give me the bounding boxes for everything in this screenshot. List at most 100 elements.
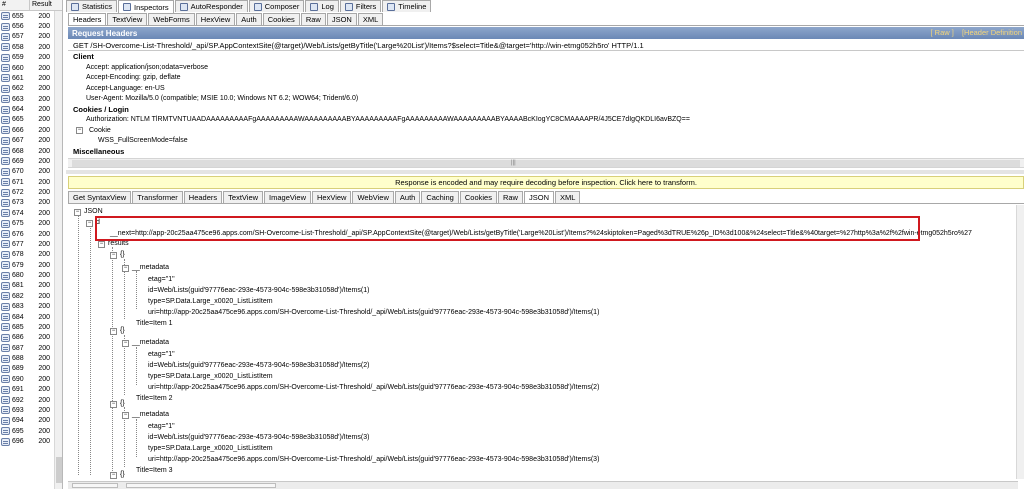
tab-req-webforms[interactable]: WebForms — [148, 13, 195, 25]
session-row[interactable]: 659 200 — [0, 53, 54, 63]
session-row[interactable]: 658 200 — [0, 42, 54, 52]
tree-leaf-title[interactable]: Title=Item 1 — [136, 319, 173, 329]
tab-resp-xml[interactable]: XML — [555, 191, 581, 203]
cookie-node[interactable]: − Cookie — [68, 126, 1024, 137]
tab-req-headers[interactable]: Headers — [68, 13, 107, 25]
session-row[interactable]: 689 200 — [0, 364, 54, 374]
session-row[interactable]: 686 200 — [0, 333, 54, 343]
session-row[interactable]: 693 200 — [0, 405, 54, 415]
collapse-icon[interactable]: − — [122, 339, 129, 347]
tab-resp-syntaxview[interactable]: Get SyntaxView — [68, 191, 132, 203]
tree-leaf-id[interactable]: id=Web/Lists(guid'97776eac-293e-4573-904… — [148, 433, 369, 443]
tree-node-metadata[interactable]: − __metadata — [122, 338, 169, 348]
tab-resp-hexview[interactable]: HexView — [312, 191, 352, 203]
tab-autoresponder[interactable]: AutoResponder — [174, 0, 248, 12]
column-header-result[interactable]: Result — [30, 0, 52, 10]
tab-req-raw[interactable]: Raw — [300, 13, 326, 25]
tab-req-hexview[interactable]: HexView — [195, 13, 236, 25]
session-row[interactable]: 683 200 — [0, 302, 54, 312]
tree-leaf-etag[interactable]: etag="1" — [148, 422, 175, 432]
session-row[interactable]: 678 200 — [0, 250, 54, 260]
tab-resp-headers[interactable]: Headers — [183, 191, 223, 203]
session-list[interactable]: # Result 655 200 656 200 657 200 658 200 659… — [0, 0, 63, 489]
session-row[interactable]: 679 200 — [0, 260, 54, 270]
session-row[interactable]: 656 200 — [0, 21, 54, 31]
collapse-icon[interactable]: − — [110, 471, 117, 479]
tree-leaf-type[interactable]: type=SP.Data.Large_x0020_ListListItem — [148, 444, 273, 454]
collapse-icon[interactable]: − — [122, 264, 129, 272]
json-tree-scrollbar[interactable] — [1016, 205, 1024, 479]
pane-splitter[interactable] — [66, 170, 1024, 174]
tab-resp-json[interactable]: JSON — [523, 191, 554, 203]
session-row[interactable]: 690 200 — [0, 374, 54, 384]
request-horizontal-scrollbar[interactable]: ||| — [68, 158, 1024, 168]
tab-inspectors[interactable]: Inspectors — [118, 0, 174, 13]
session-row[interactable]: 692 200 — [0, 395, 54, 405]
tree-node-object[interactable]: −{} — [110, 470, 125, 479]
collapse-icon[interactable]: − — [86, 219, 93, 227]
tab-composer[interactable]: Composer — [248, 0, 305, 12]
tree-leaf-etag[interactable]: etag="1" — [148, 275, 175, 285]
session-row[interactable]: 668 200 — [0, 146, 54, 156]
tab-resp-caching[interactable]: Caching — [421, 191, 459, 203]
raw-link[interactable]: [ Raw ] — [931, 28, 954, 37]
session-row[interactable]: 682 200 — [0, 291, 54, 301]
session-row[interactable]: 673 200 — [0, 198, 54, 208]
tree-node-metadata[interactable]: − __metadata — [122, 410, 169, 420]
tree-leaf-uri[interactable]: uri=http://app-20c25aa475ce96.apps.com/S… — [148, 455, 599, 465]
tab-log[interactable]: Log — [305, 0, 339, 12]
session-row[interactable]: 674 200 — [0, 208, 54, 218]
session-row[interactable]: 685 200 — [0, 322, 54, 332]
session-row[interactable]: 663 200 — [0, 94, 54, 104]
session-row[interactable]: 671 200 — [0, 177, 54, 187]
tree-leaf-id[interactable]: id=Web/Lists(guid'97776eac-293e-4573-904… — [148, 286, 369, 296]
session-row[interactable]: 688 200 — [0, 353, 54, 363]
session-row[interactable]: 666 200 — [0, 125, 54, 135]
tree-node-object[interactable]: −{} — [110, 326, 125, 336]
column-header-number[interactable]: # — [0, 0, 30, 10]
tab-req-cookies[interactable]: Cookies — [262, 13, 300, 25]
session-row[interactable]: 665 200 — [0, 115, 54, 125]
collapse-icon[interactable]: − — [74, 208, 81, 216]
session-row[interactable]: 695 200 — [0, 426, 54, 436]
tree-leaf-id[interactable]: id=Web/Lists(guid'97776eac-293e-4573-904… — [148, 361, 369, 371]
session-row[interactable]: 691 200 — [0, 385, 54, 395]
tree-leaf-uri[interactable]: uri=http://app-20c25aa475ce96.apps.com/S… — [148, 308, 599, 318]
tab-req-json[interactable]: JSON — [326, 13, 357, 25]
json-tree[interactable]: − JSON − d __next=http://app-20c25aa475ce9… — [68, 205, 1016, 479]
tab-resp-imageview[interactable]: ImageView — [264, 191, 312, 203]
tab-resp-auth[interactable]: Auth — [394, 191, 421, 203]
tab-resp-webview[interactable]: WebView — [352, 191, 394, 203]
session-row[interactable]: 675 200 — [0, 219, 54, 229]
collapse-icon[interactable]: − — [110, 327, 117, 335]
collapse-icon[interactable]: − — [122, 411, 129, 419]
tab-resp-transformer[interactable]: Transformer — [132, 191, 183, 203]
tree-node-object[interactable]: −{} — [110, 399, 125, 409]
tab-filters[interactable]: Filters — [339, 0, 382, 12]
tree-leaf-etag[interactable]: etag="1" — [148, 350, 175, 360]
collapse-icon[interactable]: − — [98, 240, 105, 248]
tab-timeline[interactable]: Timeline — [382, 0, 432, 12]
session-row[interactable]: 696 200 — [0, 436, 54, 446]
session-row[interactable]: 655 200 — [0, 11, 54, 21]
session-row[interactable]: 661 200 — [0, 73, 54, 83]
tab-statistics[interactable]: Statistics — [66, 0, 118, 12]
tree-leaf-uri[interactable]: uri=http://app-20c25aa475ce96.apps.com/S… — [148, 383, 599, 393]
scrollbar-thumb[interactable] — [72, 160, 1020, 167]
session-row[interactable]: 684 200 — [0, 312, 54, 322]
tab-resp-raw[interactable]: Raw — [497, 191, 523, 203]
tab-resp-cookies[interactable]: Cookies — [459, 191, 497, 203]
tab-req-xml[interactable]: XML — [357, 13, 384, 25]
tab-req-auth[interactable]: Auth — [236, 13, 262, 25]
scrollbar-thumb[interactable] — [56, 457, 62, 483]
session-row[interactable]: 676 200 — [0, 229, 54, 239]
collapse-icon[interactable]: − — [76, 127, 83, 135]
tree-leaf-title[interactable]: Title=Item 3 — [136, 466, 173, 476]
tab-req-textview[interactable]: TextView — [107, 13, 148, 25]
session-row[interactable]: 669 200 — [0, 156, 54, 166]
session-row[interactable]: 670 200 — [0, 167, 54, 177]
session-list-scrollbar[interactable] — [54, 11, 62, 489]
session-row[interactable]: 694 200 — [0, 416, 54, 426]
tree-leaf-title[interactable]: Title=Item 2 — [136, 394, 173, 404]
session-row[interactable]: 664 200 — [0, 104, 54, 114]
